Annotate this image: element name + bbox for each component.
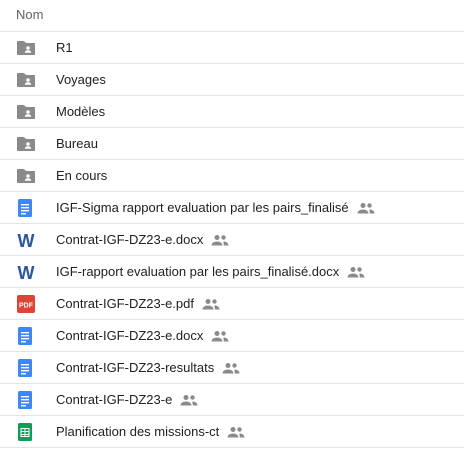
file-name: Contrat-IGF-DZ23-e.pdf	[56, 296, 194, 311]
people-icon	[202, 298, 220, 310]
name-column-header[interactable]: Nom	[16, 7, 43, 22]
file-name: Contrat-IGF-DZ23-e.docx	[56, 328, 204, 343]
file-row[interactable]: Voyages	[0, 64, 464, 96]
file-name: IGF-Sigma rapport evaluation par les pai…	[56, 200, 349, 215]
svg-text:W: W	[18, 231, 35, 249]
shared-folder-icon	[16, 39, 36, 57]
file-row[interactable]: R1	[0, 32, 464, 64]
file-row[interactable]: Contrat-IGF-DZ23-e	[0, 384, 464, 416]
file-row[interactable]: W Contrat-IGF-DZ23-e.docx	[0, 224, 464, 256]
google-docs-icon	[16, 359, 36, 377]
file-name: Bureau	[56, 136, 98, 151]
svg-text:PDF: PDF	[19, 303, 34, 310]
list-header: Nom	[0, 0, 464, 32]
pdf-icon: PDF	[16, 295, 36, 313]
word-icon: W	[16, 263, 36, 281]
file-name: Modèles	[56, 104, 106, 119]
shared-folder-icon	[16, 167, 36, 185]
file-row[interactable]: Bureau	[0, 128, 464, 160]
shared-folder-icon	[16, 71, 36, 89]
google-docs-icon	[16, 199, 36, 217]
file-row[interactable]: IGF-Sigma rapport evaluation par les pai…	[0, 192, 464, 224]
google-docs-icon	[16, 327, 36, 345]
file-rows: R1 Voyages Modèles Bureau En cours IGF-Sigma …	[0, 32, 464, 448]
file-list: Nom R1 Voyages Modèles Bureau En cours IGF-Si…	[0, 0, 464, 448]
people-icon	[180, 394, 198, 406]
file-name-cell: En cours	[56, 160, 107, 191]
google-sheets-icon	[16, 423, 36, 441]
file-name-cell: Bureau	[56, 128, 98, 159]
file-name: R1	[56, 40, 73, 55]
file-name-cell: IGF-rapport evaluation par les pairs_fin…	[56, 256, 365, 287]
file-name: En cours	[56, 168, 108, 183]
file-name: Contrat-IGF-DZ23-e.docx	[56, 232, 204, 247]
file-name-cell: IGF-Sigma rapport evaluation par les pai…	[56, 192, 375, 223]
file-name-cell: R1	[56, 32, 73, 63]
people-icon	[222, 362, 240, 374]
people-icon	[211, 330, 229, 342]
file-name-cell: Planification des missions-ct	[56, 416, 245, 447]
file-name: IGF-rapport evaluation par les pairs_fin…	[56, 264, 340, 279]
file-row[interactable]: PDF Contrat-IGF-DZ23-e.pdf	[0, 288, 464, 320]
shared-folder-icon	[16, 135, 36, 153]
file-name: Contrat-IGF-DZ23-resultats	[56, 360, 215, 375]
file-row[interactable]: Planification des missions-ct	[0, 416, 464, 448]
svg-text:W: W	[18, 263, 35, 281]
shared-folder-icon	[16, 103, 36, 121]
file-name-cell: Contrat-IGF-DZ23-e.docx	[56, 224, 229, 255]
people-icon	[211, 234, 229, 246]
file-row[interactable]: Contrat-IGF-DZ23-resultats	[0, 352, 464, 384]
file-name-cell: Voyages	[56, 64, 106, 95]
people-icon	[357, 202, 375, 214]
file-row[interactable]: Contrat-IGF-DZ23-e.docx	[0, 320, 464, 352]
file-name: Voyages	[56, 72, 106, 87]
file-row[interactable]: W IGF-rapport evaluation par les pairs_fi…	[0, 256, 464, 288]
file-name-cell: Contrat-IGF-DZ23-e.pdf	[56, 288, 220, 319]
file-name: Contrat-IGF-DZ23-e	[56, 392, 173, 407]
file-row[interactable]: Modèles	[0, 96, 464, 128]
file-row[interactable]: En cours	[0, 160, 464, 192]
people-icon	[347, 266, 365, 278]
file-name-cell: Modèles	[56, 96, 105, 127]
file-name-cell: Contrat-IGF-DZ23-resultats	[56, 352, 240, 383]
people-icon	[227, 426, 245, 438]
google-docs-icon	[16, 391, 36, 409]
file-name-cell: Contrat-IGF-DZ23-e	[56, 384, 198, 415]
file-name-cell: Contrat-IGF-DZ23-e.docx	[56, 320, 229, 351]
word-icon: W	[16, 231, 36, 249]
file-name: Planification des missions-ct	[56, 424, 220, 439]
